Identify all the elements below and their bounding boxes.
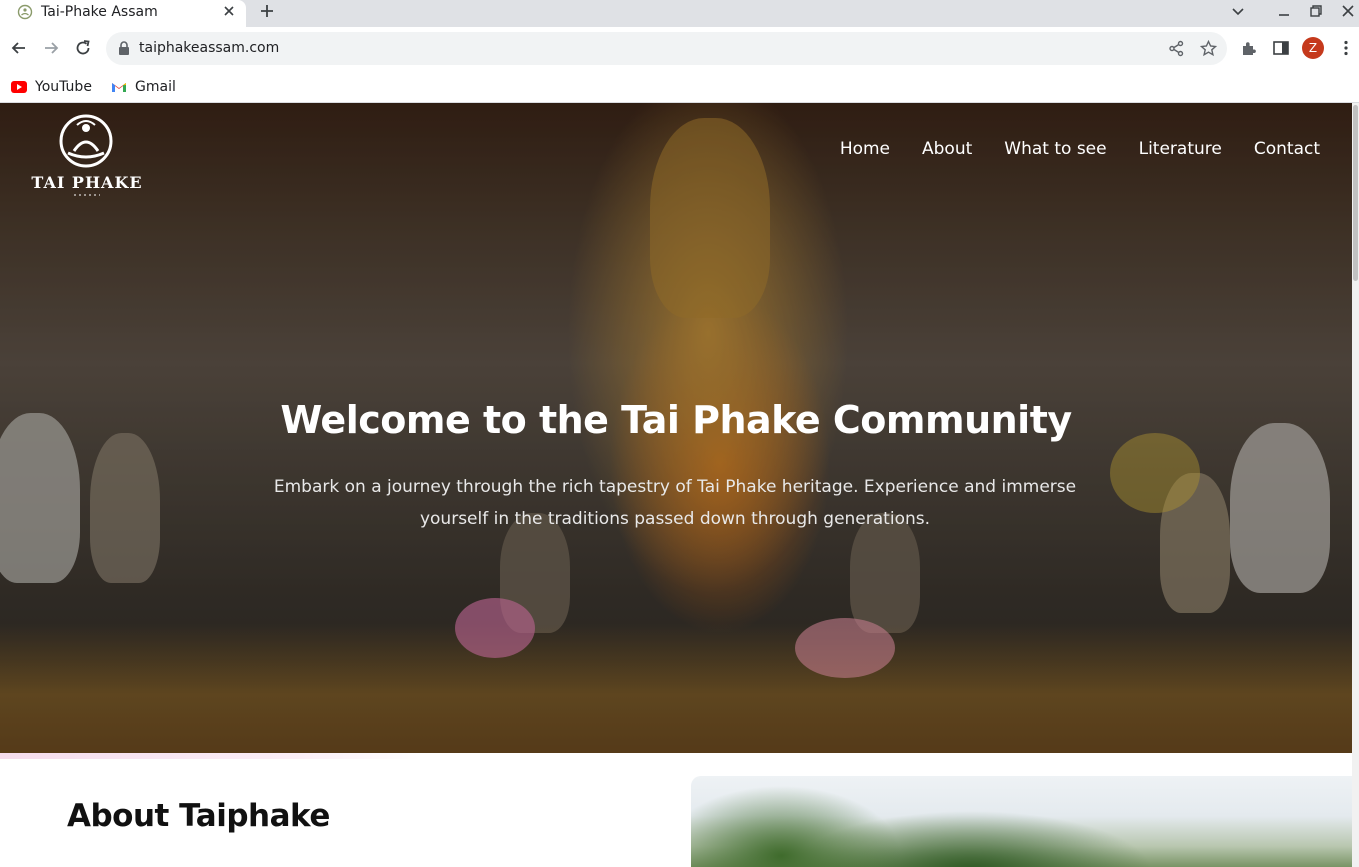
logo-text: TAI PHAKE: [31, 173, 142, 192]
gmail-icon: [112, 83, 126, 92]
nav-about[interactable]: About: [922, 139, 972, 159]
forward-icon[interactable]: [41, 38, 61, 58]
nav-contact[interactable]: Contact: [1254, 139, 1320, 159]
main-nav: Home About What to see Literature Contac…: [808, 139, 1320, 159]
youtube-icon: [11, 81, 27, 93]
page-viewport: TAI PHAKE Home About What to see Literat…: [0, 103, 1352, 867]
tab-title: Tai-Phake Assam: [41, 4, 158, 20]
bookmark-star-icon[interactable]: [1200, 40, 1217, 57]
tai-phake-logo[interactable]: TAI PHAKE: [30, 113, 145, 198]
address-bar[interactable]: taiphakeassam.com: [106, 32, 1227, 65]
about-photo: [691, 776, 1352, 867]
profile-avatar[interactable]: Z: [1302, 37, 1324, 59]
minimize-icon[interactable]: [1277, 4, 1291, 18]
page-scrollbar[interactable]: [1352, 103, 1359, 867]
nav-what-to-see[interactable]: What to see: [1004, 139, 1106, 159]
hero-title: Welcome to the Tai Phake Community: [280, 398, 1072, 442]
browser-tab[interactable]: Tai-Phake Assam: [0, 0, 246, 27]
more-menu-icon[interactable]: [1337, 39, 1355, 57]
bookmarks-bar: YouTube Gmail: [0, 71, 1359, 103]
url-text[interactable]: taiphakeassam.com: [139, 40, 279, 56]
hero-subtitle: Embark on a journey through the rich tap…: [273, 477, 1077, 529]
browser-toolbar: taiphakeassam.com Z: [0, 27, 1359, 71]
side-panel-icon[interactable]: [1272, 39, 1290, 57]
new-tab-icon[interactable]: [258, 2, 276, 20]
back-icon[interactable]: [9, 38, 29, 58]
share-icon[interactable]: [1168, 40, 1185, 57]
tab-search-icon[interactable]: [1231, 4, 1245, 18]
extensions-icon[interactable]: [1240, 39, 1258, 57]
scrollbar-thumb[interactable]: [1353, 105, 1358, 281]
tab-strip: Tai-Phake Assam: [0, 0, 1359, 27]
bookmark-label: YouTube: [35, 79, 92, 95]
nav-literature[interactable]: Literature: [1139, 139, 1222, 159]
site-favicon-icon: [17, 4, 33, 20]
nav-home[interactable]: Home: [840, 139, 890, 159]
bookmark-gmail[interactable]: Gmail: [111, 76, 176, 98]
reload-icon[interactable]: [73, 38, 93, 58]
about-heading: About Taiphake: [67, 798, 330, 834]
restore-icon[interactable]: [1309, 4, 1323, 18]
lock-icon[interactable]: [117, 41, 131, 56]
bookmark-label: Gmail: [135, 79, 176, 95]
close-window-icon[interactable]: [1341, 4, 1355, 18]
hero-section: TAI PHAKE Home About What to see Literat…: [0, 103, 1352, 753]
section-divider: [0, 753, 420, 759]
close-tab-icon[interactable]: [221, 3, 237, 19]
bookmark-youtube[interactable]: YouTube: [11, 76, 92, 98]
